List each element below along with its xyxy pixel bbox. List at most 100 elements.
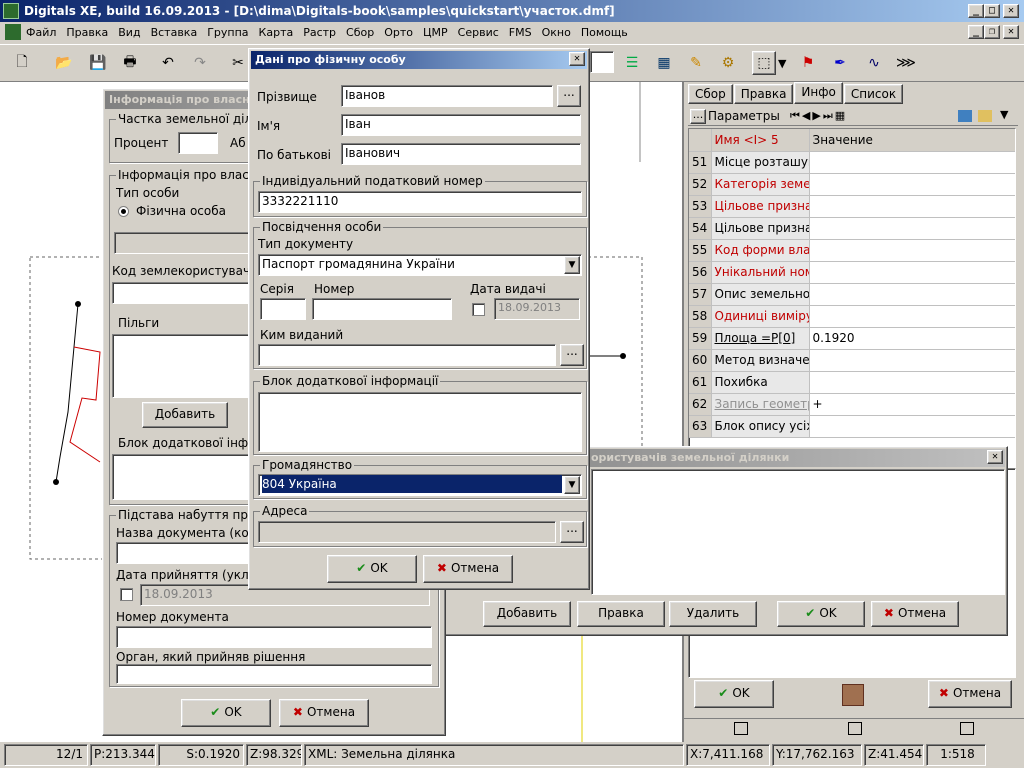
users-list[interactable] <box>591 469 1005 595</box>
address-ellipsis-button[interactable]: ... <box>560 521 584 543</box>
row-value[interactable] <box>809 305 1015 328</box>
users-add-button[interactable]: Добавить <box>483 601 571 627</box>
person-dialog-close-button[interactable]: ✕ <box>569 52 585 66</box>
table-row[interactable]: 58 Одиниці виміру <box>689 305 1015 328</box>
row-value[interactable] <box>809 151 1015 174</box>
row-name[interactable]: Цільове призначення <box>711 195 810 218</box>
row-name[interactable]: Метод визначення <box>711 349 810 372</box>
tab-item[interactable]: Сбор <box>688 84 733 104</box>
row-name[interactable]: Код форми власності <box>711 239 810 262</box>
maximize-button[interactable]: □ <box>984 4 1000 18</box>
select-tool-icon[interactable]: ⬚ <box>752 51 776 75</box>
row-value[interactable]: 0.1920 <box>809 327 1015 350</box>
surname-ellipsis-button[interactable]: ... <box>557 85 581 107</box>
tab-item[interactable]: Список <box>843 84 904 104</box>
person-ok-button[interactable]: ✔ OK <box>327 555 417 583</box>
close-button[interactable]: ✕ <box>1003 4 1019 18</box>
series-input[interactable] <box>260 298 306 320</box>
name-input[interactable]: Іван <box>341 114 581 136</box>
col-name-header[interactable]: Имя <I> 5 <box>711 129 810 152</box>
hatch-icon[interactable]: ⋙ <box>894 51 918 75</box>
share-percent-input[interactable] <box>178 132 218 154</box>
table-row[interactable]: 53Цільове призначення <box>689 195 1015 218</box>
new-doc-icon[interactable]: 🗋 <box>10 51 34 75</box>
row-name[interactable]: Опис земельної ділянки <box>711 283 810 306</box>
menu-item[interactable]: Растр <box>303 26 336 39</box>
layers-icon[interactable]: ☰ <box>620 51 644 75</box>
issue-date-picker[interactable]: 18.09.2013 <box>494 298 580 320</box>
users-edit-button[interactable]: Правка <box>577 601 665 627</box>
owner-ok-button[interactable]: ✔ OK <box>181 699 271 727</box>
grid-icon[interactable] <box>958 110 972 122</box>
surname-input[interactable]: Іванов <box>341 85 553 107</box>
params-chevron-icon[interactable]: ▼ <box>1000 108 1008 121</box>
pen-icon[interactable]: ✒ <box>828 51 852 75</box>
tab-item[interactable]: Инфо <box>794 82 843 104</box>
users-ok-button[interactable]: ✔ OK <box>777 601 865 627</box>
person-cancel-button[interactable]: ✖ Отмена <box>423 555 513 583</box>
table-row[interactable]: 59 Площа =P[0] 0.1920 <box>689 327 1015 350</box>
tab-item[interactable]: Правка <box>733 84 794 104</box>
layout-center-icon[interactable] <box>848 722 862 735</box>
layout-right-icon[interactable] <box>960 722 974 735</box>
menu-item[interactable]: Вид <box>118 26 140 39</box>
issued-by-ellipsis-button[interactable]: ... <box>560 344 584 366</box>
table-row[interactable]: 61 Похибка <box>689 371 1015 394</box>
notes-icon[interactable]: ✎ <box>684 51 708 75</box>
menu-item[interactable]: Правка <box>66 26 108 39</box>
row-name[interactable]: Цільове призначення <box>711 217 810 240</box>
wave-icon[interactable]: ∿ <box>862 51 886 75</box>
menu-item[interactable]: Окно <box>542 26 571 39</box>
table-row[interactable]: 51Місце розташування <box>689 151 1015 174</box>
table-row[interactable]: 63 Блок опису усіх <box>689 415 1015 438</box>
row-name[interactable]: Одиниці виміру <box>711 305 810 328</box>
redo-icon[interactable]: ↷ <box>188 51 212 75</box>
benefits-add-button[interactable]: Добавить <box>142 402 228 428</box>
print-icon[interactable]: 🖶 <box>118 51 142 75</box>
table-row[interactable]: 57Опис земельної ділянки <box>689 283 1015 306</box>
row-value[interactable] <box>809 261 1015 284</box>
number-input[interactable] <box>312 298 452 320</box>
row-name[interactable]: Похибка <box>711 371 810 394</box>
users-delete-button[interactable]: Удалить <box>669 601 757 627</box>
table-row[interactable]: 60Метод визначення <box>689 349 1015 372</box>
accept-date-checkbox[interactable] <box>120 588 133 601</box>
doc-type-chevron-icon[interactable]: ▼ <box>564 256 580 274</box>
cut-icon[interactable]: ✂ <box>226 51 250 75</box>
row-name[interactable]: Унікальний номер <box>711 261 810 284</box>
layout-left-icon[interactable] <box>734 722 748 735</box>
organ-input[interactable] <box>116 664 432 684</box>
toolbar-combo[interactable] <box>590 51 614 73</box>
star-icon[interactable] <box>978 110 992 122</box>
row-value[interactable] <box>809 217 1015 240</box>
row-name[interactable]: Блок опису усіх <box>711 415 810 438</box>
radio-person[interactable] <box>118 206 129 217</box>
users-dialog-close-button[interactable]: ✕ <box>987 450 1003 464</box>
owner-cancel-button[interactable]: ✖ Отмена <box>279 699 369 727</box>
row-value[interactable]: + <box>809 393 1015 416</box>
address-input[interactable] <box>258 521 556 543</box>
row-name[interactable]: Категорія земель <box>711 173 810 196</box>
eye-icon[interactable] <box>842 684 864 706</box>
row-value[interactable] <box>809 283 1015 306</box>
tools-icon[interactable]: ⚙ <box>716 51 740 75</box>
undo-icon[interactable]: ↶ <box>156 51 180 75</box>
minimize-button[interactable]: _ <box>968 4 984 18</box>
table-row[interactable]: 52Категорія земель <box>689 173 1015 196</box>
doc-number-input[interactable] <box>116 626 432 648</box>
panel-ok-button[interactable]: ✔ OK <box>694 680 774 708</box>
traffic-light-icon[interactable]: ⚑ <box>796 51 820 75</box>
chevron-down-icon[interactable]: ▼ <box>778 57 786 70</box>
person-extra-text[interactable] <box>258 392 582 452</box>
row-name[interactable]: Запись геометрії <box>711 393 810 416</box>
row-value[interactable] <box>809 239 1015 262</box>
menu-item[interactable]: Группа <box>207 26 248 39</box>
doc-restore-button[interactable]: ❐ <box>984 25 1000 39</box>
doc-close-button[interactable]: ✕ <box>1003 25 1019 39</box>
citizenship-select[interactable]: 804 Україна ▼ <box>258 474 582 496</box>
menu-item[interactable]: Файл <box>26 26 56 39</box>
row-name[interactable]: Місце розташування <box>711 151 810 174</box>
row-value[interactable] <box>809 173 1015 196</box>
menu-item[interactable]: ЦМР <box>423 26 448 39</box>
doc-minimize-button[interactable]: _ <box>968 25 984 39</box>
